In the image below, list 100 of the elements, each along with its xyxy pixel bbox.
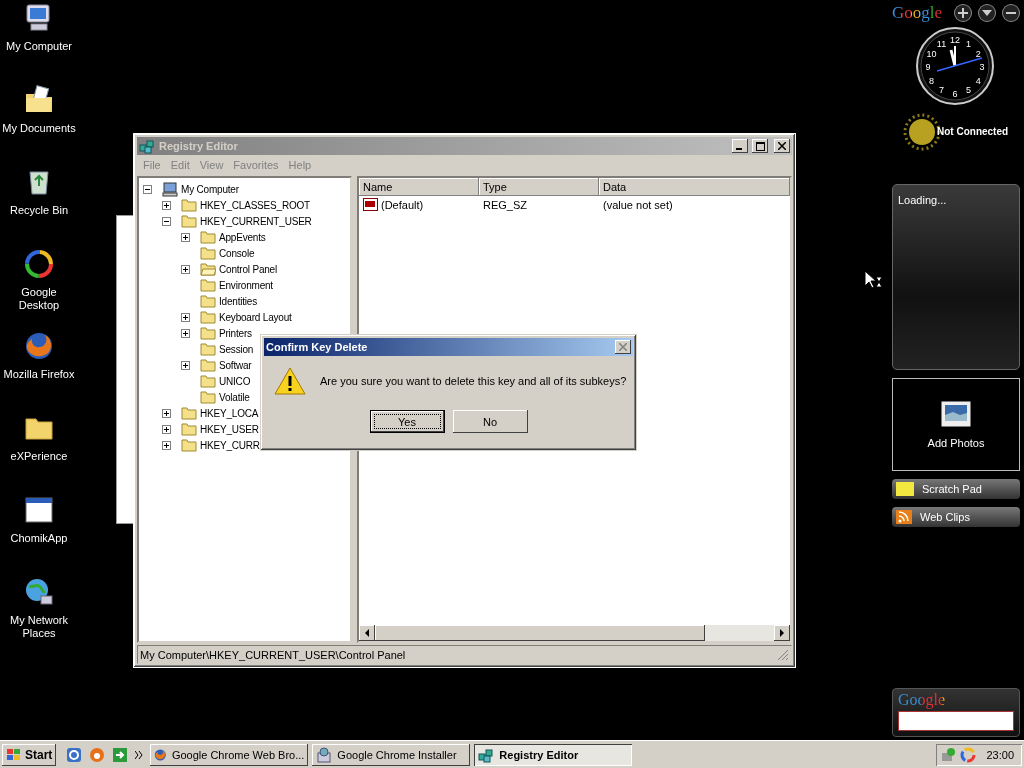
clock-numeral: 10 — [926, 48, 937, 59]
clock-numeral: 11 — [936, 38, 947, 49]
tree-item[interactable]: Identities — [219, 295, 258, 307]
swirl-icon — [23, 248, 55, 280]
desktop-icon-label[interactable]: Google Desktop — [1, 286, 77, 312]
caret-icon — [982, 10, 992, 16]
tree-item[interactable]: AppEvents — [219, 231, 266, 243]
close-icon — [778, 142, 786, 150]
tree-item[interactable]: Session — [219, 343, 254, 355]
installer-icon — [316, 746, 333, 763]
expand-toggle[interactable] — [162, 408, 171, 418]
tree-item[interactable]: Environment — [219, 279, 273, 291]
folder-icon — [200, 310, 216, 324]
desktop-icon-label[interactable]: My Documents — [2, 122, 76, 135]
photos-panel[interactable]: Add Photos — [892, 378, 1020, 471]
expand-toggle[interactable] — [181, 312, 190, 322]
tree-item[interactable]: Softwar — [219, 359, 252, 371]
browser-icon[interactable] — [66, 746, 83, 763]
tree-item[interactable]: Console — [219, 247, 255, 259]
dropdown-button[interactable] — [978, 4, 996, 22]
registry-cubes-icon — [478, 746, 495, 763]
web-clips-bar[interactable]: Web Clips — [892, 507, 1020, 527]
taskbar-button[interactable]: Google Chrome Installer — [312, 743, 471, 766]
warning-icon — [274, 366, 306, 396]
expand-toggle[interactable] — [143, 184, 152, 194]
network-globe-icon — [23, 576, 55, 608]
expand-toggle[interactable] — [181, 360, 190, 370]
expand-toggle[interactable] — [181, 232, 190, 242]
column-header[interactable]: Type — [479, 178, 599, 196]
folder-icon — [200, 358, 216, 372]
registry-cubes-icon — [139, 138, 155, 154]
table-cell-text: (value not set) — [602, 199, 674, 211]
left-arrow-icon[interactable] — [364, 629, 370, 637]
desktop-icon-label[interactable]: ChomikApp — [10, 532, 68, 545]
desktop-icon-label[interactable]: My Network Places — [1, 614, 77, 640]
folder-icon — [200, 326, 216, 340]
fox-globe-icon — [23, 330, 55, 362]
expand-toggle[interactable] — [162, 216, 171, 226]
folder-icon — [181, 214, 197, 228]
minimize-button[interactable] — [1002, 4, 1020, 22]
yes-button[interactable]: Yes — [369, 410, 445, 433]
photo-icon — [941, 400, 971, 427]
taskbar-button[interactable]: Registry Editor — [474, 743, 633, 766]
folder-icon — [181, 406, 197, 420]
folder-icon — [200, 374, 216, 388]
tree-item[interactable]: Printers — [219, 327, 252, 339]
desktop-icon-label[interactable]: My Computer — [6, 40, 72, 53]
tree-item[interactable]: HKEY_USER — [200, 423, 259, 435]
right-arrow-icon[interactable] — [779, 629, 785, 637]
maximize-button[interactable] — [752, 139, 768, 153]
expand-toggle[interactable] — [181, 264, 190, 274]
close-button[interactable] — [615, 340, 631, 354]
minimize-button[interactable] — [732, 139, 748, 153]
minus-icon — [1006, 11, 1016, 15]
expand-toggle[interactable] — [162, 200, 171, 210]
scratch-pad-bar[interactable]: Scratch Pad — [892, 479, 1020, 499]
chevron-icon[interactable] — [135, 750, 144, 759]
desktop-icon-label[interactable]: eXPerience — [10, 450, 68, 463]
expand-toggle[interactable] — [181, 328, 190, 338]
desktop-icon-label[interactable]: Mozilla Firefox — [3, 368, 75, 381]
clock-time: 23:00 — [986, 748, 1014, 761]
tree-item[interactable]: Volatile — [219, 391, 250, 403]
swirl-icon[interactable] — [960, 746, 977, 763]
folder-icon — [200, 230, 216, 244]
tree-item[interactable]: HKEY_CLASSES_ROOT — [200, 199, 310, 211]
taskbar-button[interactable]: Google Chrome Web Bro... — [150, 743, 309, 766]
column-header[interactable]: Data — [599, 178, 790, 196]
tree-item[interactable]: UNICO — [219, 375, 251, 387]
no-button[interactable]: No — [452, 410, 528, 433]
media-icon[interactable] — [89, 746, 106, 763]
folder-icon — [200, 246, 216, 260]
clock-numeral: 5 — [966, 85, 971, 96]
feed-icon — [896, 510, 912, 524]
column-header[interactable]: Name — [359, 178, 479, 196]
folder-icon — [181, 438, 197, 452]
clock-numeral: 7 — [939, 85, 944, 96]
computer-icon — [162, 181, 178, 197]
close-button[interactable] — [774, 139, 790, 153]
tree-item[interactable]: Keyboard Layout — [219, 311, 292, 323]
search-field[interactable] — [898, 711, 1014, 731]
start-button[interactable]: Start — [2, 743, 57, 766]
expand-toggle[interactable] — [162, 440, 171, 450]
clock-numeral: 6 — [952, 89, 958, 99]
tree-item[interactable]: HKEY_CURR — [200, 439, 260, 451]
expand-toggle[interactable] — [162, 424, 171, 434]
horizontal-scrollbar[interactable] — [359, 625, 790, 641]
plus-icon — [958, 8, 969, 18]
tree-item[interactable]: HKEY_LOCA — [200, 407, 259, 419]
desktop-icon-label[interactable]: Recycle Bin — [9, 204, 69, 217]
folder-icon — [200, 294, 216, 308]
clock-numeral: 4 — [975, 75, 981, 86]
add-photos-label: Add Photos — [927, 436, 985, 449]
tree-item[interactable]: HKEY_CURRENT_USER — [200, 215, 312, 227]
dialog-message: Are you sure you want to delete this key and all of its subkeys? — [320, 375, 627, 387]
tree-item[interactable]: My Computer — [181, 183, 239, 195]
resize-grip-icon — [777, 648, 789, 661]
tree-item[interactable]: Control Panel — [219, 263, 277, 275]
add-button[interactable] — [954, 4, 973, 22]
table-cell: (Default) — [359, 198, 479, 212]
close-icon — [619, 343, 627, 351]
